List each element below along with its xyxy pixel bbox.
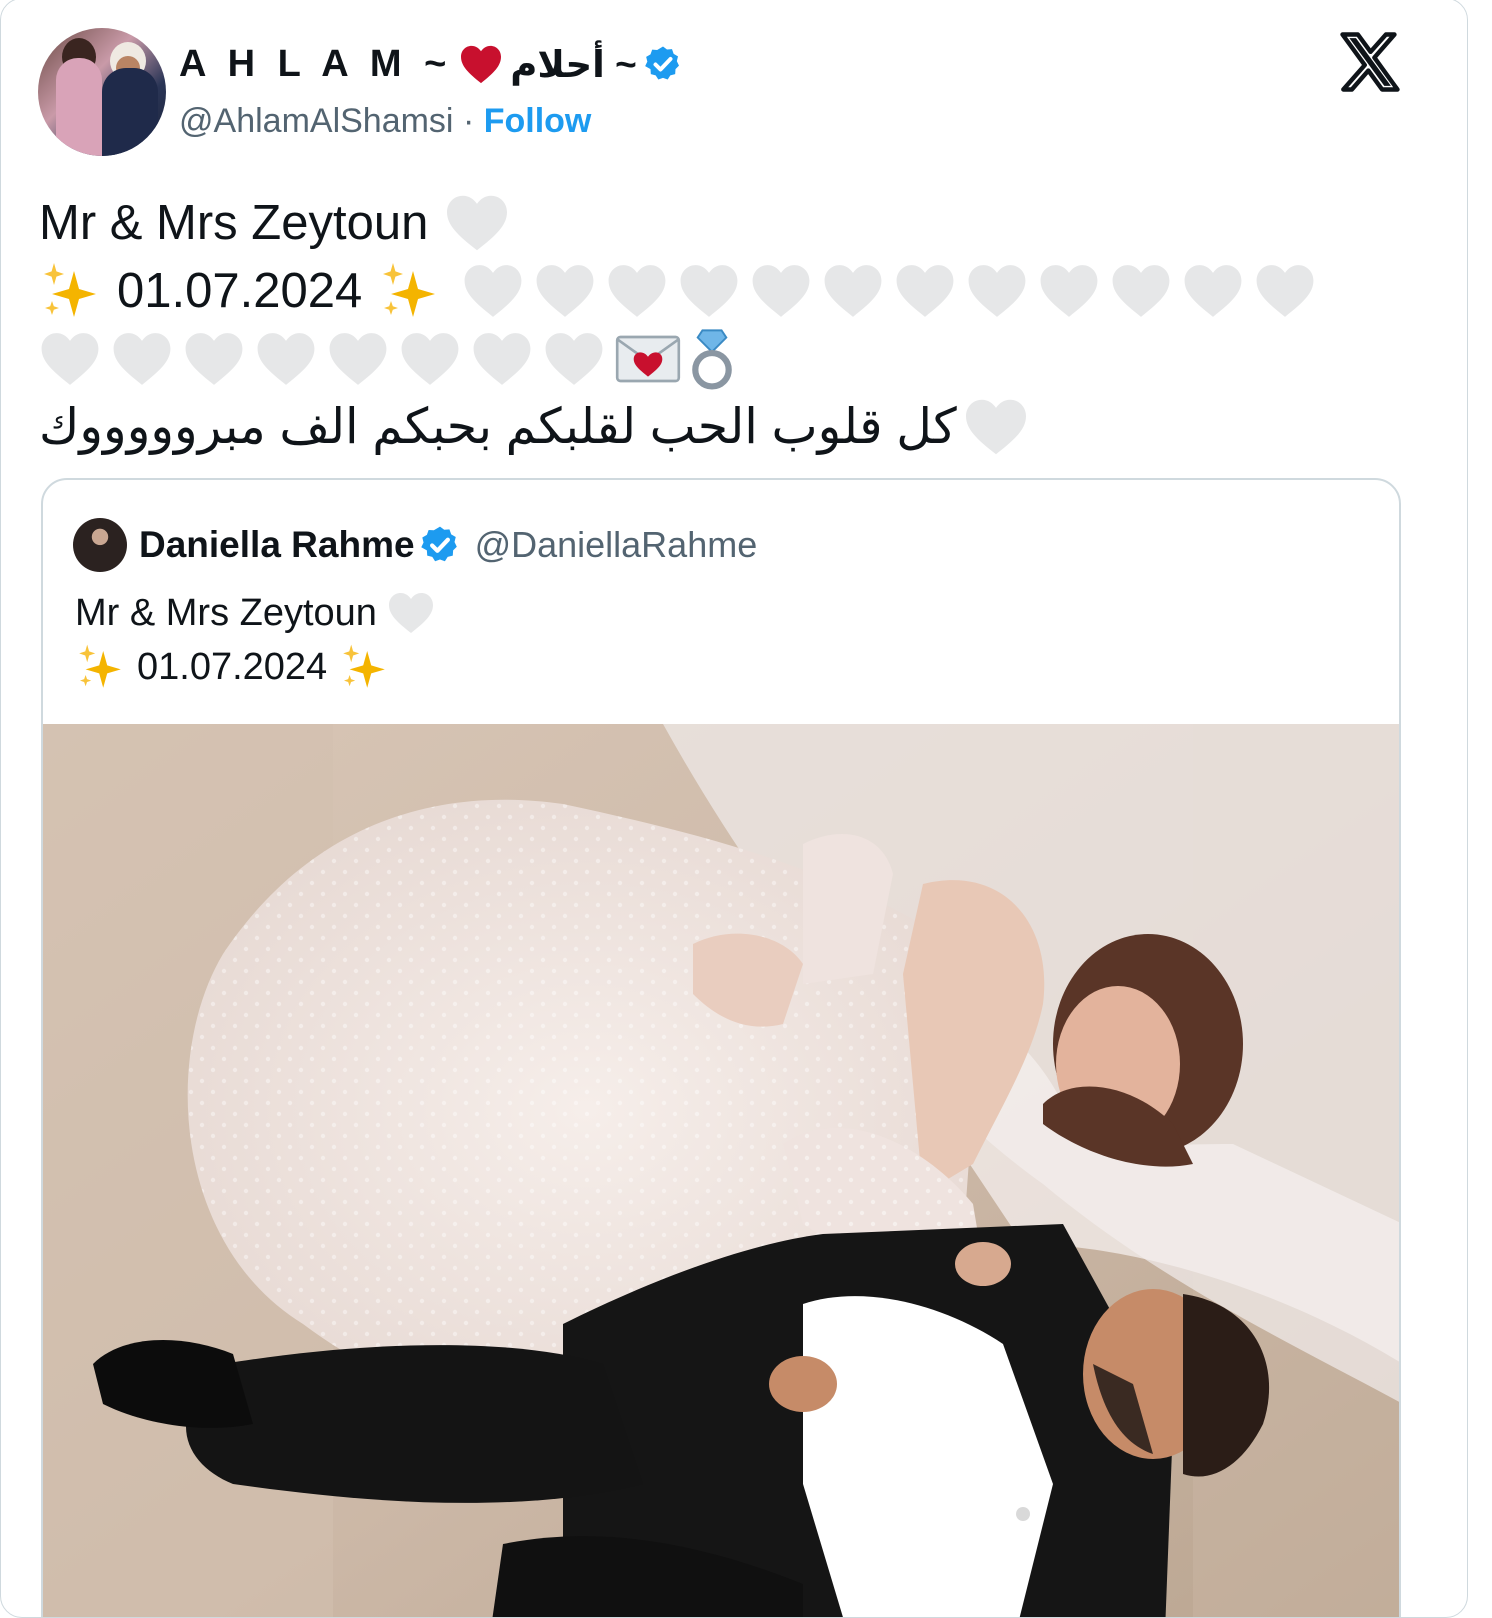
white-heart-icon [401, 333, 459, 385]
tweet-date-text: 01.07.2024 [117, 264, 363, 318]
author-handle[interactable]: @AhlamAlShamsi [179, 102, 454, 140]
white-heart-icon [41, 333, 99, 385]
author-avatar[interactable] [38, 28, 166, 156]
ring-icon [692, 329, 732, 390]
quoted-author-handle: @DaniellaRahme [474, 524, 758, 565]
white-hearts-row [39, 330, 615, 388]
tweet-title-text: Mr & Mrs Zeytoun [39, 196, 429, 250]
tweet-arabic-text: كل قلوب الحب لقلبكم بحبكم الف مبروووووك [39, 400, 957, 454]
white-heart-icon [257, 333, 315, 385]
quoted-author-row[interactable]: Daniella Rahme @DaniellaRahme [139, 520, 757, 570]
white-heart-icon [968, 265, 1026, 317]
white-heart-icon [965, 399, 1026, 455]
quoted-author-name: Daniella Rahme [139, 524, 415, 565]
separator-dot: · [453, 102, 484, 140]
verified-badge-icon [420, 526, 457, 562]
white-heart-icon [1040, 265, 1098, 317]
envelope-heart-icon [615, 335, 681, 383]
tweet-line-2: 01.07.2024 [39, 257, 1419, 325]
white-heart-icon [1256, 265, 1314, 317]
white-heart-icon [329, 333, 387, 385]
white-heart-icon [113, 333, 171, 385]
white-heart-icon [388, 593, 433, 633]
white-heart-icon [824, 265, 882, 317]
verified-badge-icon [644, 46, 679, 80]
author-display-name-latin: A H L A M ~ [179, 42, 453, 85]
white-heart-icon [464, 265, 522, 317]
white-heart-icon [680, 265, 738, 317]
white-heart-icon [896, 265, 954, 317]
tweet-line-3 [39, 325, 1419, 393]
sparkles-icon [79, 644, 121, 688]
white-heart-icon [536, 265, 594, 317]
sparkles-icon [343, 644, 385, 688]
author-name-row[interactable]: A H L A M ~ ~ أحلام [179, 39, 683, 89]
red-heart-icon [461, 45, 502, 84]
tweet-line-1: Mr & Mrs Zeytoun [39, 189, 1419, 257]
quoted-tweet-body: Mr & Mrs Zeytoun 01.07.2024 [75, 586, 435, 694]
white-heart-icon [1184, 265, 1242, 317]
sparkles-icon [44, 263, 96, 317]
tweet-body: Mr & Mrs Zeytoun 01.07.2024 كل قلوب الحب… [39, 189, 1419, 461]
quoted-date-text: 01.07.2024 [137, 646, 328, 688]
white-heart-icon [1112, 265, 1170, 317]
author-display-name-arabic: ~ أحلام [510, 43, 637, 85]
tweet-line-4: كل قلوب الحب لقلبكم بحبكم الف مبروووووك [39, 393, 1419, 461]
quoted-author-avatar[interactable] [73, 518, 127, 572]
tweet-embed-card: A H L A M ~ ~ أحلام @AhlamAlShamsi · Fol… [0, 0, 1468, 1618]
wedding-photo[interactable] [43, 724, 1401, 1618]
follow-button[interactable]: Follow [484, 102, 592, 140]
white-hearts-row [462, 262, 1326, 320]
white-heart-icon [752, 265, 810, 317]
sparkles-icon [383, 263, 436, 317]
author-handle-row: @AhlamAlShamsi · Follow [179, 102, 591, 141]
white-heart-icon [473, 333, 531, 385]
white-heart-icon [545, 333, 603, 385]
white-heart-icon [608, 265, 666, 317]
white-heart-icon [447, 195, 508, 251]
quoted-title-text: Mr & Mrs Zeytoun [75, 592, 377, 634]
quoted-tweet[interactable]: Daniella Rahme @DaniellaRahme Mr & Mrs Z… [41, 478, 1401, 1618]
white-heart-icon [185, 333, 243, 385]
x-logo-icon[interactable] [1337, 29, 1403, 95]
